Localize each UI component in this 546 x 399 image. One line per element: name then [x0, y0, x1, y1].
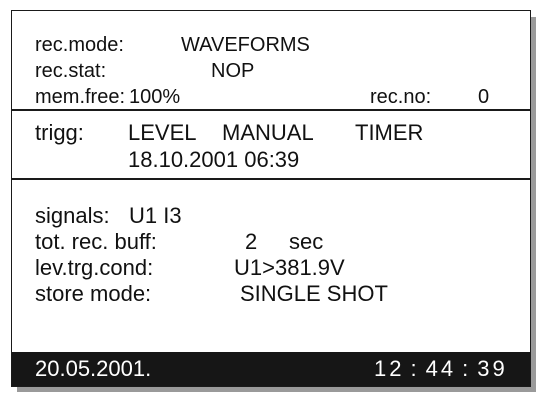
trigger-label: trigg: — [35, 120, 84, 145]
time-hours: 12 — [374, 356, 405, 381]
frame-shadow-right — [531, 17, 536, 389]
rec-no-label: rec.no: — [370, 86, 432, 108]
buffer-unit: sec — [289, 229, 324, 254]
status-date: 20.05.2001. — [35, 356, 152, 381]
status-bar: 20.05.2001. 12:44:39 — [12, 352, 530, 386]
divider-2 — [12, 178, 530, 180]
frame-shadow-bottom — [17, 387, 536, 392]
divider-1 — [12, 109, 530, 111]
recorder-screen: rec.mode: WAVEFORMS rec.stat: NOP mem.fr… — [11, 10, 531, 387]
time-seconds: 39 — [477, 356, 508, 381]
signals-value: U1 I3 — [129, 203, 182, 228]
rec-stat-value: NOP — [211, 60, 255, 82]
store-mode-value: SINGLE SHOT — [240, 281, 388, 306]
trigger-option-manual: MANUAL — [222, 120, 314, 145]
store-mode-label: store mode: — [35, 281, 152, 306]
time-separator: : — [410, 356, 420, 381]
rec-mode-label: rec.mode: — [35, 34, 124, 56]
status-time: 12:44:39 — [374, 358, 508, 380]
buffer-label: tot. rec. buff: — [35, 229, 157, 254]
rec-mode-value: WAVEFORMS — [181, 34, 310, 56]
trigger-option-timer: TIMER — [355, 120, 424, 145]
time-separator: : — [462, 356, 472, 381]
signals-label: signals: — [35, 203, 110, 228]
buffer-value: 2 — [245, 229, 258, 254]
mem-free-value: 100% — [129, 86, 181, 108]
trigger-option-level: LEVEL — [128, 120, 197, 145]
trig-cond-value: U1>381.9V — [234, 255, 345, 280]
rec-no-value: 0 — [478, 86, 490, 108]
time-minutes: 44 — [425, 356, 457, 381]
trigger-datetime: 18.10.2001 06:39 — [128, 147, 300, 172]
rec-stat-label: rec.stat: — [35, 60, 107, 82]
trig-cond-label: lev.trg.cond: — [35, 255, 154, 280]
mem-free-label: mem.free: — [35, 86, 126, 108]
